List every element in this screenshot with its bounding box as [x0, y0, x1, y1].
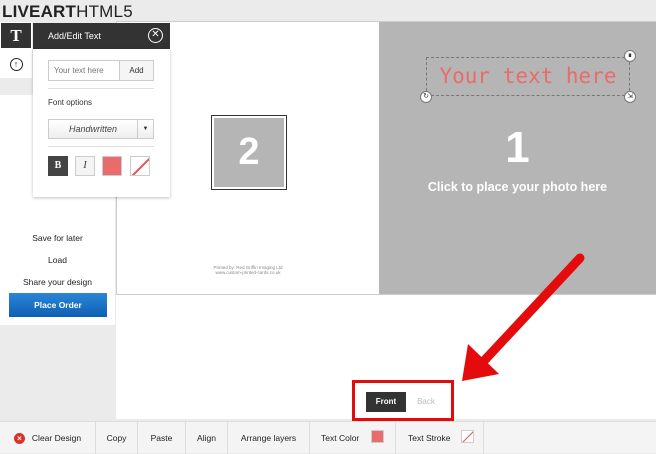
- back-side-button[interactable]: Back: [406, 392, 446, 412]
- clear-design-button[interactable]: × Clear Design: [0, 422, 96, 454]
- align-button[interactable]: Align: [186, 422, 228, 454]
- front-side-button[interactable]: Front: [366, 392, 406, 412]
- copy-button[interactable]: Copy: [96, 422, 138, 454]
- paste-button[interactable]: Paste: [138, 422, 186, 454]
- no-stroke-icon: [462, 431, 473, 442]
- bottom-toolbar: × Clear Design Copy Paste Align Arrange l…: [0, 421, 656, 454]
- toolbar-text-color-swatch[interactable]: [371, 430, 384, 443]
- annotation-arrow: [462, 253, 585, 381]
- clear-icon: ×: [13, 433, 25, 445]
- arrange-layers-button[interactable]: Arrange layers: [228, 422, 310, 454]
- toolbar-text-stroke-swatch[interactable]: [461, 430, 474, 443]
